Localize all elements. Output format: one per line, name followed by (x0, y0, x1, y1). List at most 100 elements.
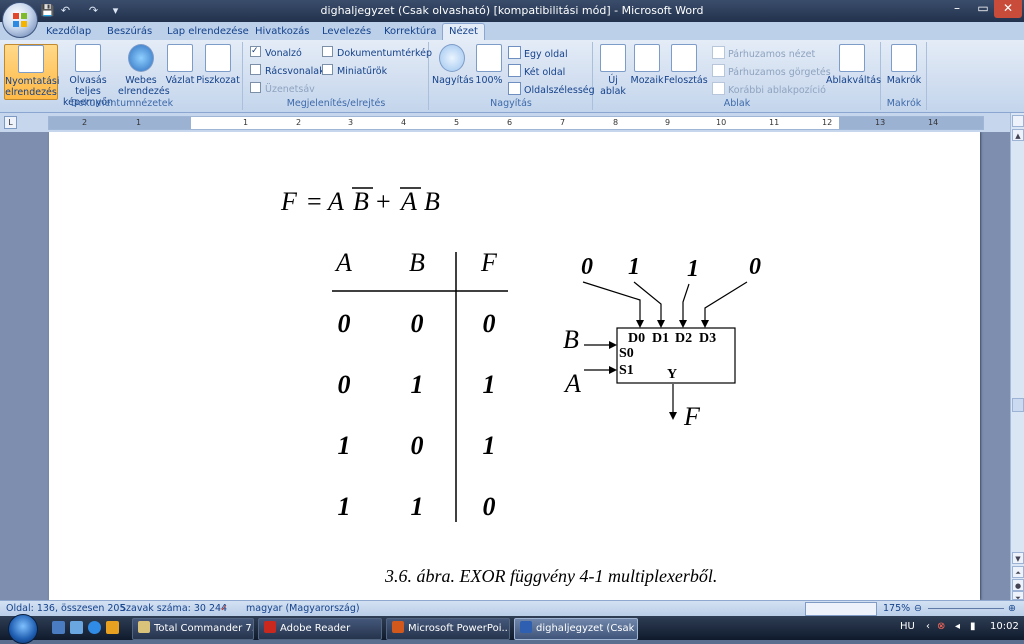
one-page-icon (508, 46, 521, 59)
web-layout-button[interactable]: Webes elrendezés (118, 44, 170, 97)
tab-review[interactable]: Korrektúra (378, 24, 442, 40)
macros-button[interactable]: Makrók (886, 44, 922, 86)
qat-customize-icon[interactable]: ▾ (108, 3, 123, 18)
task-word[interactable]: dighaljegyzet (Csak ... (514, 618, 638, 640)
network-error-icon[interactable]: ⊗ (937, 621, 945, 632)
show-hidden-icons[interactable]: ‹ (926, 621, 930, 632)
group-window: Új ablak Mozaik Felosztás Párhuzamos néz… (594, 42, 881, 110)
office-button[interactable] (2, 2, 38, 38)
group-macros: Makrók Makrók (882, 42, 927, 110)
zoom-out-button[interactable]: ⊖ (914, 603, 922, 614)
sync-scroll-icon (712, 64, 725, 77)
powerpoint-icon (392, 621, 404, 633)
tab-home[interactable]: Kezdőlap (40, 24, 97, 40)
split-button[interactable]: Felosztás (664, 44, 708, 86)
page-width-button[interactable]: Oldalszélesség (508, 82, 595, 96)
print-layout-button[interactable]: Nyomtatási elrendezés (4, 44, 59, 100)
checkbox-icon (250, 82, 261, 93)
tab-insert[interactable]: Beszúrás (101, 24, 158, 40)
ruler-tick: 9 (665, 118, 671, 127)
thumbnails-checkbox[interactable]: Miniatűrök (322, 64, 387, 78)
next-page-button[interactable]: ⏷ (1012, 591, 1024, 602)
document-area[interactable]: F = A B + A B A B F 0 0 0 0 1 1 1 0 1 1 … (0, 132, 1010, 600)
arrow-right-icon (609, 366, 617, 374)
redo-icon[interactable]: ↷ (86, 3, 101, 18)
switch-windows-button[interactable]: Ablakváltás (826, 44, 881, 86)
task-total-commander[interactable]: Total Commander 7.... (132, 618, 254, 640)
close-button[interactable]: ✕ (994, 0, 1022, 18)
mux-wire (582, 281, 641, 324)
maximize-button[interactable]: ▭ (970, 0, 996, 18)
task-powerpoint[interactable]: Microsoft PowerPoi... (386, 618, 510, 640)
group-label: Makrók (886, 98, 922, 109)
document-page[interactable]: F = A B + A B A B F 0 0 0 0 1 1 1 0 1 1 … (49, 132, 980, 600)
language-indicator[interactable]: HU (900, 621, 915, 632)
reset-position-label: Korábbi ablakpozíció (728, 85, 826, 96)
tab-mailings[interactable]: Levelezés (316, 24, 377, 40)
group-label: Dokumentumnézetek (70, 98, 174, 109)
ruler-tick: 1 (136, 118, 142, 127)
zoom-label: Nagyítás (432, 75, 474, 86)
internet-explorer-icon[interactable] (88, 621, 101, 634)
minimize-button[interactable]: – (944, 0, 970, 18)
mux-pin-label: Y (667, 367, 677, 382)
table-cell: 1 (411, 370, 424, 399)
page-count[interactable]: Oldal: 136, összesen 205 (6, 603, 126, 614)
switch-windows-icon[interactable] (70, 621, 83, 634)
ruler-tick: 14 (928, 118, 939, 127)
zoom-slider[interactable] (928, 608, 1004, 609)
ruler-checkbox[interactable]: Vonalzó (250, 44, 302, 60)
zoom-100-button[interactable]: 100% (474, 44, 504, 86)
gridlines-checkbox[interactable]: Rácsvonalak (250, 64, 325, 78)
group-zoom: Nagyítás 100% Egy oldal Két oldal Oldals… (430, 42, 595, 110)
scroll-down-button[interactable]: ▼ (1012, 552, 1024, 564)
ruler-tick: 3 (348, 118, 354, 127)
document-map-checkbox[interactable]: Dokumentumtérkép (322, 46, 432, 60)
ruler-toggle-icon[interactable] (1012, 115, 1024, 127)
zoom-in-button[interactable]: ⊕ (1008, 603, 1016, 614)
word-count[interactable]: Szavak száma: 30 244 (120, 603, 227, 614)
vertical-scrollbar[interactable]: ▲ ▼ ⏶ ● ⏷ (1010, 113, 1024, 602)
scroll-up-button[interactable]: ▲ (1012, 129, 1024, 141)
table-header-b: B (409, 248, 425, 277)
two-pages-button[interactable]: Két oldal (508, 64, 565, 78)
mux-pin-label: D2 (675, 331, 692, 346)
horizontal-ruler[interactable]: L 2 1 1 2 3 4 5 6 7 8 9 10 11 12 13 14 (0, 113, 1024, 133)
view-buttons[interactable] (805, 602, 877, 616)
previous-page-button[interactable]: ⏶ (1012, 566, 1024, 578)
proofing-icon[interactable]: ✓ (220, 603, 228, 614)
tab-page-layout[interactable]: Lap elrendezése (161, 24, 255, 40)
word-icon (520, 621, 532, 633)
split-label: Felosztás (664, 75, 708, 86)
volume-icon[interactable]: ◂ (955, 621, 960, 632)
ruler-tick: 7 (560, 118, 566, 127)
ruler-left-margin (49, 117, 191, 129)
task-adobe-reader[interactable]: Adobe Reader (258, 618, 382, 640)
clock[interactable]: 10:02 (990, 621, 1019, 632)
draft-label: Piszkozat (196, 75, 240, 86)
arrange-all-button[interactable]: Mozaik (630, 44, 664, 86)
new-window-button[interactable]: Új ablak (596, 44, 630, 97)
media-player-icon[interactable] (106, 621, 119, 634)
language[interactable]: magyar (Magyarország) (246, 603, 360, 614)
save-icon[interactable]: 💾 (40, 3, 55, 18)
show-desktop-icon[interactable] (52, 621, 65, 634)
tab-references[interactable]: Hivatkozás (249, 24, 315, 40)
zoom-level[interactable]: 175% (883, 603, 910, 614)
scroll-thumb[interactable] (1012, 398, 1024, 412)
browse-object-button[interactable]: ● (1012, 579, 1024, 591)
sync-scroll-button: Párhuzamos görgetés (712, 64, 831, 78)
undo-icon[interactable]: ↶ (58, 3, 73, 18)
draft-button[interactable]: Piszkozat (196, 44, 240, 86)
ruler-tick: 10 (716, 118, 727, 127)
tab-selector-button[interactable]: L (4, 116, 17, 129)
mux-pin-label: S1 (619, 363, 634, 378)
one-page-button[interactable]: Egy oldal (508, 46, 568, 60)
table-cell: 0 (483, 492, 496, 521)
battery-icon[interactable]: ▮ (970, 621, 976, 632)
zoom-button[interactable]: Nagyítás (432, 44, 474, 86)
two-pages-label: Két oldal (524, 67, 566, 78)
ruler-tick: 8 (613, 118, 619, 127)
tab-view[interactable]: Nézet (442, 23, 485, 40)
outline-button[interactable]: Vázlat (164, 44, 196, 86)
